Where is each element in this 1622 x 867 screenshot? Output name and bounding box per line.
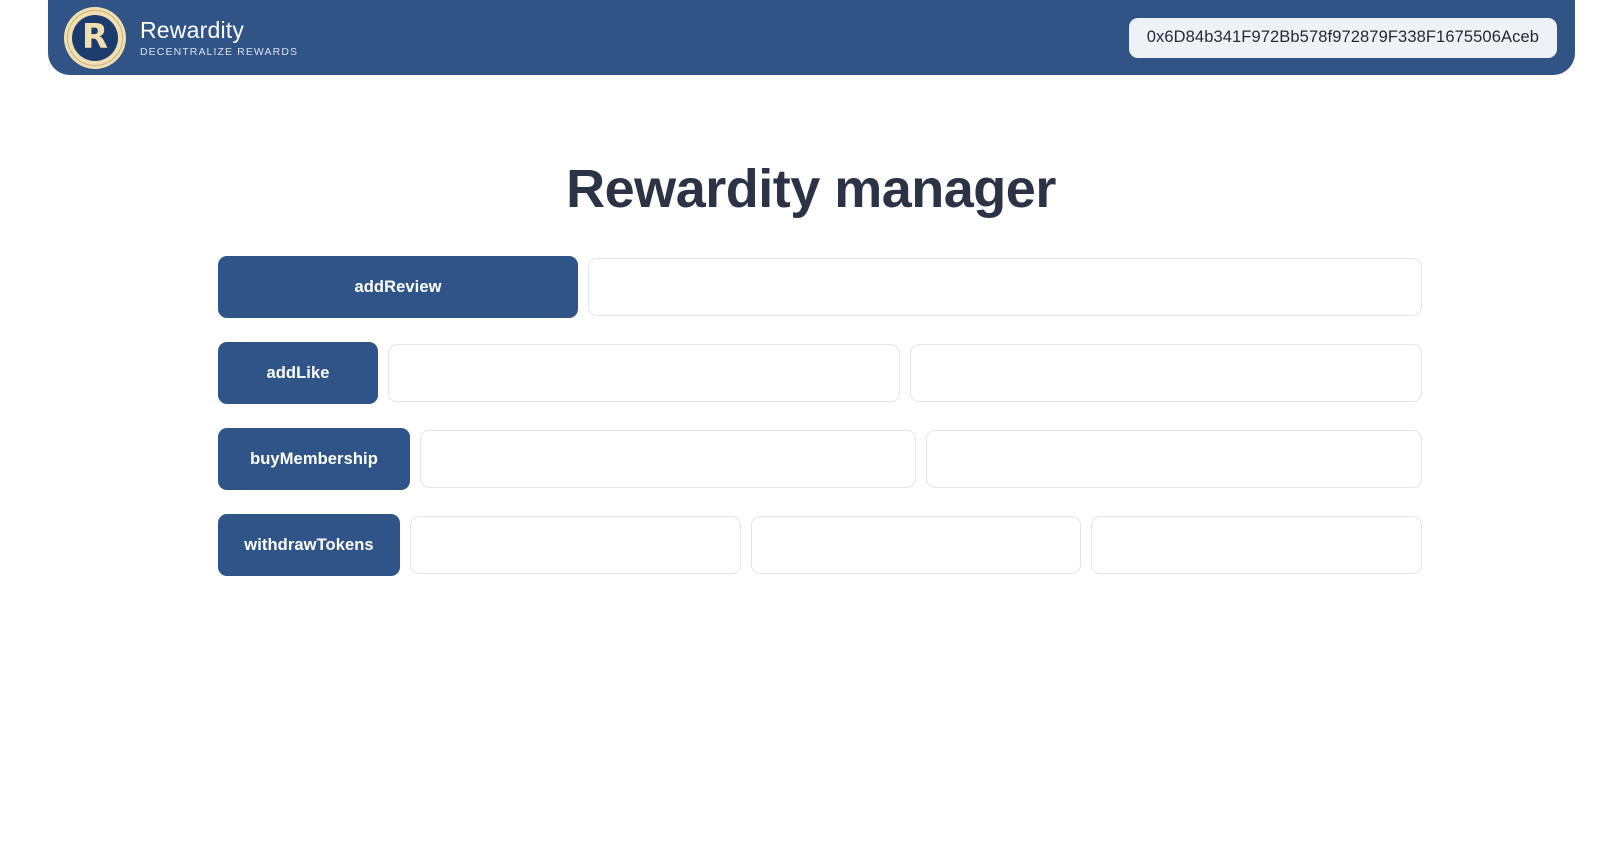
wallet-address-button[interactable]: 0x6D84b341F972Bb578f972879F338F1675506Ac… bbox=[1128, 17, 1557, 58]
function-form-stack: addReview addLike buyMembership withdrawTok… bbox=[218, 256, 1423, 600]
function-button-addReview[interactable]: addReview bbox=[218, 256, 578, 318]
rewardity-coin-logo-icon: R bbox=[64, 6, 126, 69]
function-input-withdrawTokens-3[interactable] bbox=[1091, 516, 1423, 574]
app-header: R Rewardity DECENTRALIZE REWARDS 0x6D84b… bbox=[48, 0, 1575, 75]
brand-name: Rewardity bbox=[140, 16, 245, 43]
function-button-addLike[interactable]: addLike bbox=[218, 342, 378, 404]
function-input-withdrawTokens-1[interactable] bbox=[410, 516, 741, 574]
logo-letter: R bbox=[81, 16, 109, 57]
function-row: addReview bbox=[218, 256, 1422, 318]
function-button-buyMembership[interactable]: buyMembership bbox=[218, 428, 410, 490]
function-input-withdrawTokens-2[interactable] bbox=[750, 516, 1082, 574]
brand-tagline: DECENTRALIZE REWARDS bbox=[140, 46, 299, 59]
logo-disc: R bbox=[72, 14, 118, 61]
function-input-addReview-1[interactable] bbox=[588, 258, 1422, 316]
function-input-buyMembership-1[interactable] bbox=[420, 430, 916, 488]
function-input-addLike-2[interactable] bbox=[910, 344, 1422, 402]
page-title: Rewardity manager bbox=[566, 159, 1056, 219]
function-row: buyMembership bbox=[218, 428, 1422, 490]
function-input-addLike-1[interactable] bbox=[388, 344, 900, 402]
brand: R Rewardity DECENTRALIZE REWARDS bbox=[60, 6, 298, 69]
function-row: addLike bbox=[218, 342, 1422, 404]
function-button-withdrawTokens[interactable]: withdrawTokens bbox=[218, 514, 400, 576]
function-row: withdrawTokens bbox=[218, 514, 1423, 576]
brand-text: Rewardity DECENTRALIZE REWARDS bbox=[140, 17, 298, 58]
function-input-buyMembership-2[interactable] bbox=[926, 430, 1422, 488]
